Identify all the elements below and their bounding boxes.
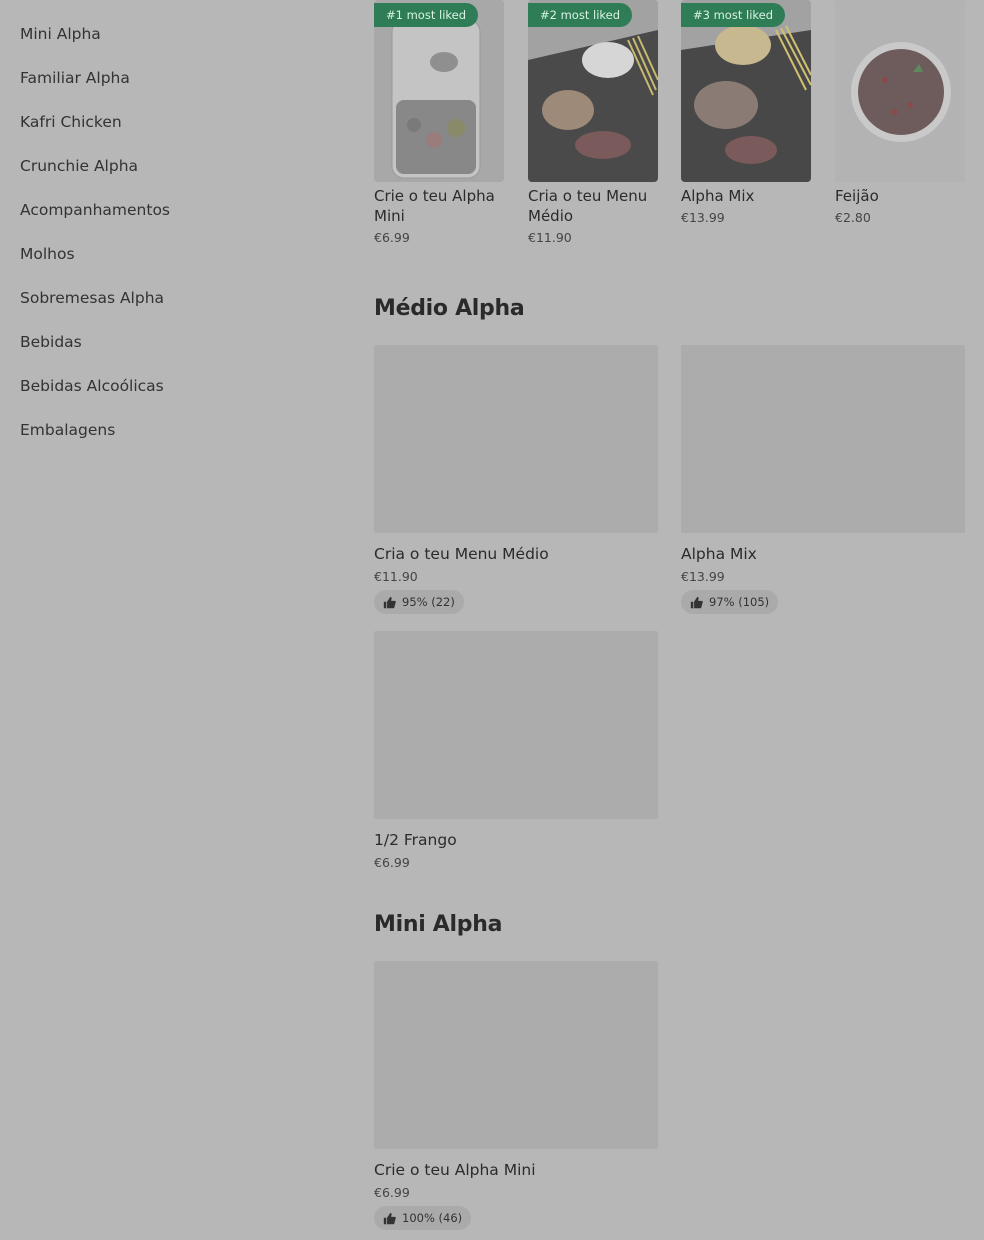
sidebar-item-acompanhamentos[interactable]: Acompanhamentos — [20, 176, 320, 220]
item-price: €6.99 — [374, 1185, 410, 1200]
item-name: Cria o teu Menu Médio — [374, 545, 549, 563]
item-name: 1/2 Frango — [374, 831, 457, 849]
section-title-medio-alpha: Médio Alpha — [374, 296, 525, 321]
item-image-placeholder — [374, 345, 658, 533]
sidebar-item-embalagens[interactable]: Embalagens — [20, 396, 320, 440]
item-name: Feijão — [835, 187, 879, 205]
item-price: €11.90 — [374, 569, 418, 584]
item-name: Crie o teu Alpha Mini — [374, 187, 495, 225]
rating-pill: 100% (46) — [374, 1206, 472, 1230]
item-price: €13.99 — [681, 569, 725, 584]
item-price: €11.90 — [528, 230, 572, 245]
sidebar-item-molhos[interactable]: Molhos — [20, 220, 320, 264]
thumbs-up-icon — [690, 596, 703, 608]
category-sidebar: Mini Alpha Familiar Alpha Kafri Chicken … — [20, 0, 320, 440]
thumbs-up-icon — [383, 596, 396, 608]
menu-main: #1 most liked Crie o teu Alpha Mini €6.9… — [374, 0, 965, 1230]
sidebar-item-bebidas-alcoolicas[interactable]: Bebidas Alcoólicas — [20, 352, 320, 396]
featured-item-card[interactable]: Feijão €2.80 — [835, 0, 965, 225]
sidebar-item-bebidas[interactable]: Bebidas — [20, 308, 320, 352]
rating-text: 100% (46) — [402, 1211, 463, 1225]
thumbs-up-icon — [383, 1212, 396, 1224]
rating-text: 95% (22) — [402, 595, 455, 609]
sidebar-item-crunchie-alpha[interactable]: Crunchie Alpha — [20, 132, 320, 176]
featured-item-card[interactable]: #3 most liked Alpha Mix €13.99 — [681, 0, 811, 225]
item-name: Cria o teu Menu Médio — [528, 187, 648, 225]
item-price: €6.99 — [374, 855, 410, 870]
item-name: Alpha Mix — [681, 187, 755, 205]
rating-pill: 97% (105) — [681, 590, 779, 614]
item-name: Alpha Mix — [681, 545, 757, 563]
food-photo: #3 most liked — [681, 0, 811, 182]
item-price: €13.99 — [681, 210, 725, 225]
rating-text: 97% (105) — [709, 595, 770, 609]
menu-item-card[interactable]: Crie o teu Alpha Mini €6.99 100% (46) — [374, 961, 658, 1230]
food-photo: #1 most liked — [374, 0, 504, 182]
section-title-mini-alpha: Mini Alpha — [374, 912, 503, 937]
sidebar-item-kafri-chicken[interactable]: Kafri Chicken — [20, 88, 320, 132]
menu-item-card[interactable]: 1/2 Frango €6.99 — [374, 631, 658, 870]
item-name: Crie o teu Alpha Mini — [374, 1161, 536, 1179]
item-image-placeholder — [681, 345, 965, 533]
most-liked-badge: #2 most liked — [528, 3, 633, 27]
item-price: €6.99 — [374, 230, 410, 245]
sidebar-item-mini-alpha[interactable]: Mini Alpha — [20, 0, 320, 44]
featured-items-row: #1 most liked Crie o teu Alpha Mini €6.9… — [374, 0, 965, 270]
featured-item-card[interactable]: #1 most liked Crie o teu Alpha Mini €6.9… — [374, 0, 504, 245]
sidebar-item-familiar-alpha[interactable]: Familiar Alpha — [20, 44, 320, 88]
most-liked-badge: #3 most liked — [681, 3, 786, 27]
food-photo — [835, 0, 965, 182]
food-photo: #2 most liked — [528, 0, 658, 182]
featured-item-card[interactable]: #2 most liked Cria o teu Menu Médio €11.… — [528, 0, 658, 245]
item-image-placeholder — [374, 631, 658, 819]
most-liked-badge: #1 most liked — [374, 3, 479, 27]
menu-item-card[interactable]: Alpha Mix €13.99 97% (105) — [681, 345, 965, 614]
item-price: €2.80 — [835, 210, 871, 225]
sidebar-item-sobremesas-alpha[interactable]: Sobremesas Alpha — [20, 264, 320, 308]
rating-pill: 95% (22) — [374, 590, 464, 614]
menu-item-card[interactable]: Cria o teu Menu Médio €11.90 95% (22) — [374, 345, 658, 614]
item-image-placeholder — [374, 961, 658, 1149]
